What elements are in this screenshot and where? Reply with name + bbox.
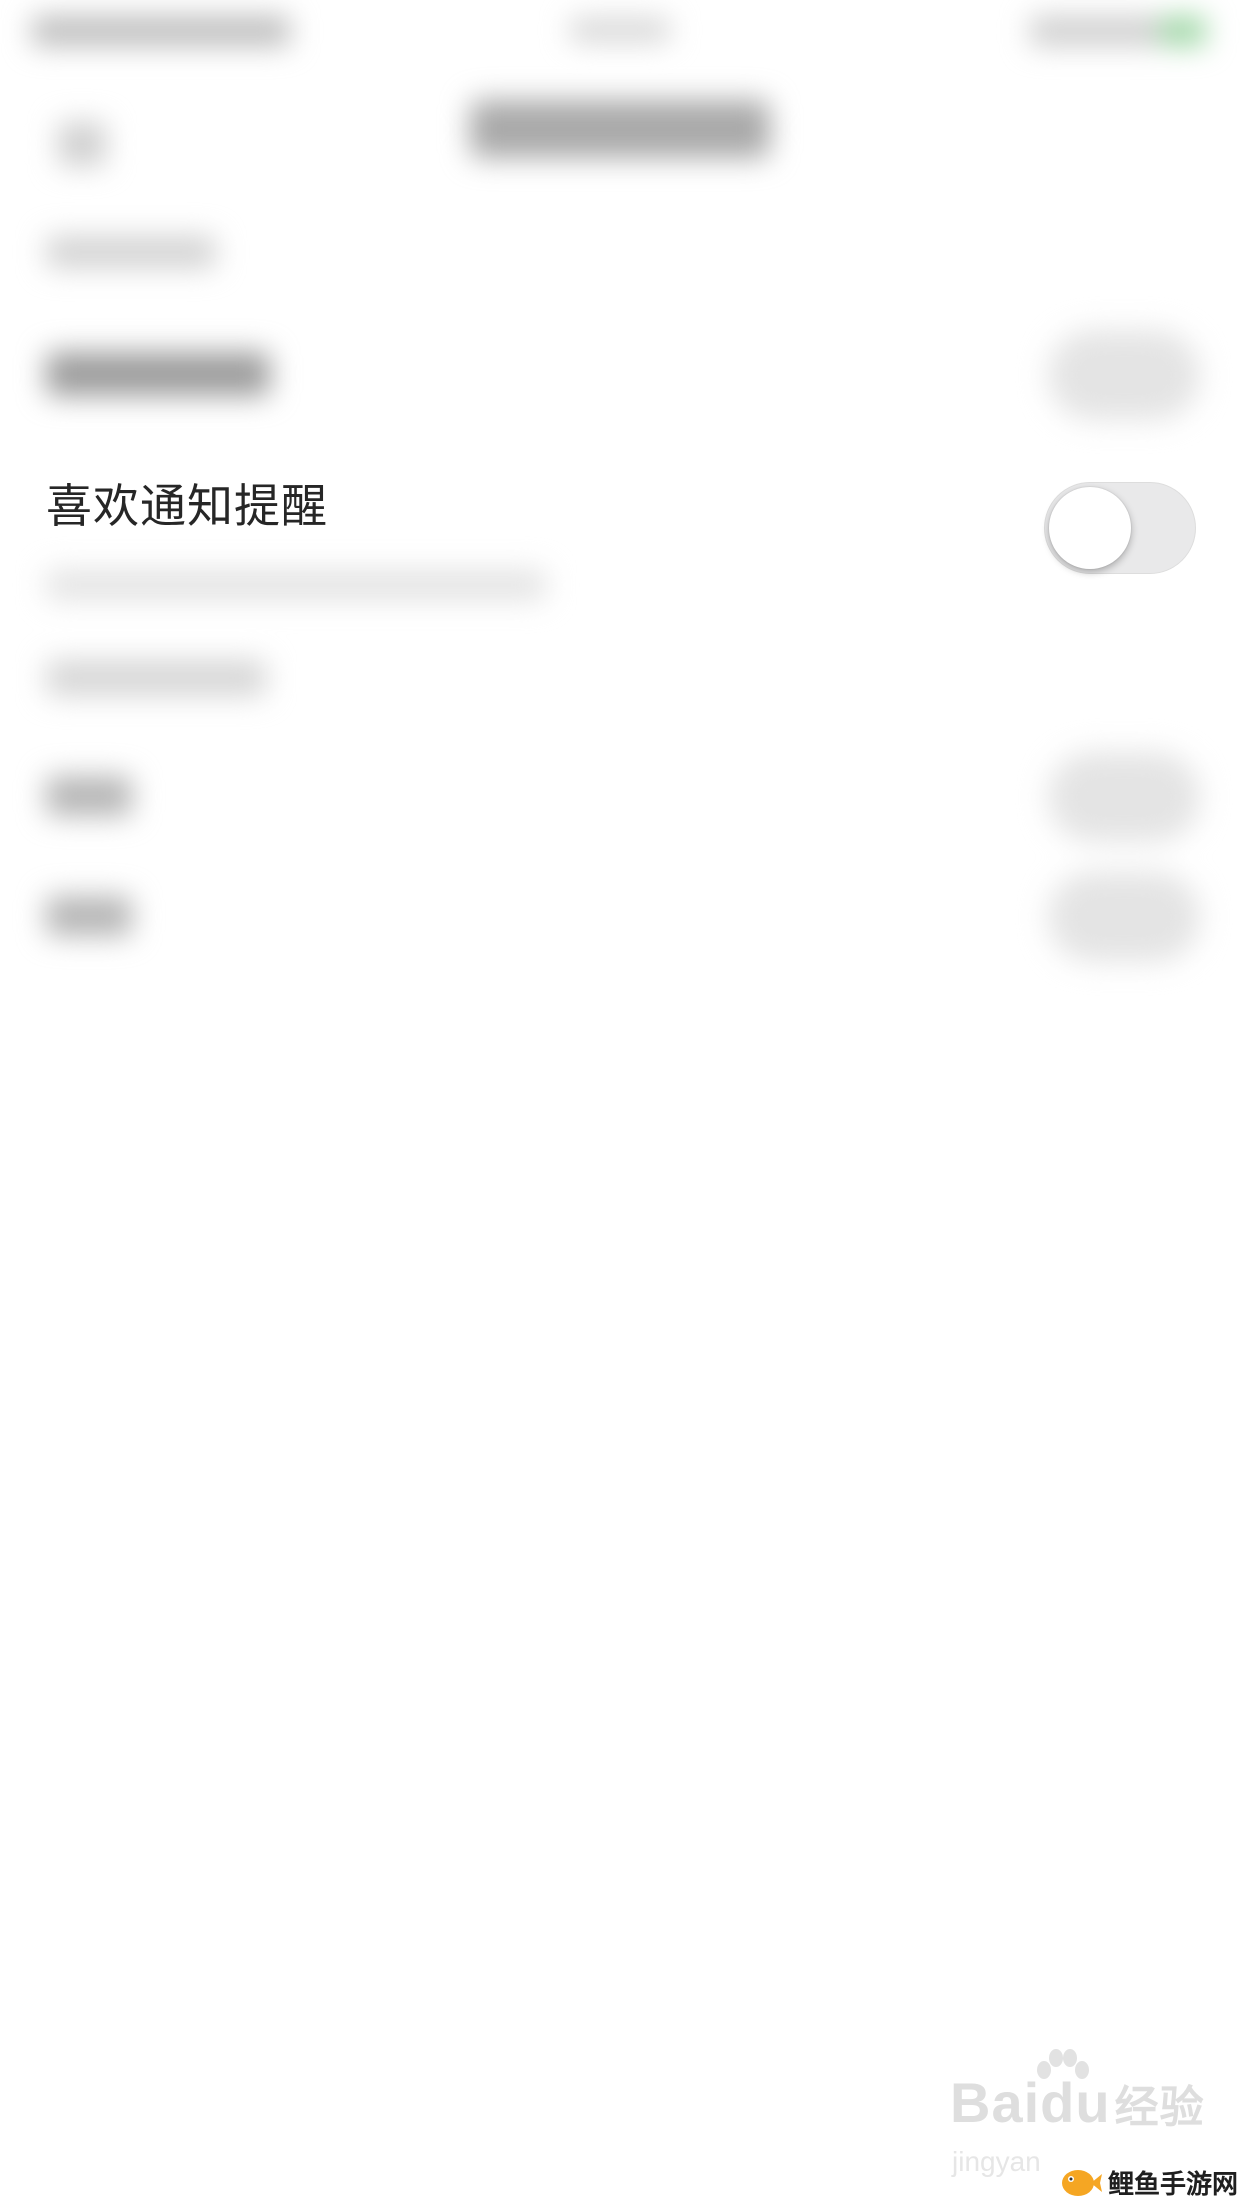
- battery-icon: [1160, 16, 1206, 46]
- settings-row-toggle[interactable]: [1048, 752, 1200, 842]
- nav-bar: [0, 70, 1242, 180]
- status-time: [570, 18, 670, 42]
- settings-row-reminder: 喜欢通知提醒: [0, 440, 1242, 574]
- settings-row-label: [46, 896, 132, 936]
- section-header: [46, 660, 266, 696]
- settings-row-toggle[interactable]: [1048, 872, 1200, 962]
- settings-row-hint: [46, 570, 546, 600]
- toggle-knob: [1049, 487, 1131, 569]
- status-indicators: [1030, 16, 1160, 46]
- brand-name: 鲤鱼手游网: [1108, 2169, 1239, 2200]
- fish-logo-icon: [1062, 2170, 1102, 2196]
- reminder-label: 喜欢通知提醒: [46, 479, 328, 533]
- settings-row-label: [46, 776, 132, 816]
- watermark-subtext: jingyan: [952, 2146, 1041, 2177]
- status-carrier: [32, 16, 290, 46]
- page-title: [470, 100, 770, 158]
- section-header: [46, 236, 216, 268]
- settings-row-toggle[interactable]: [1048, 330, 1200, 420]
- back-icon[interactable]: [58, 122, 106, 166]
- brand-badge: 鲤鱼手游网: [1058, 2160, 1238, 2204]
- settings-row-label: [46, 352, 270, 396]
- paw-icon: [1037, 2049, 1089, 2079]
- status-bar: [0, 0, 1242, 60]
- reminder-toggle[interactable]: [1044, 482, 1196, 574]
